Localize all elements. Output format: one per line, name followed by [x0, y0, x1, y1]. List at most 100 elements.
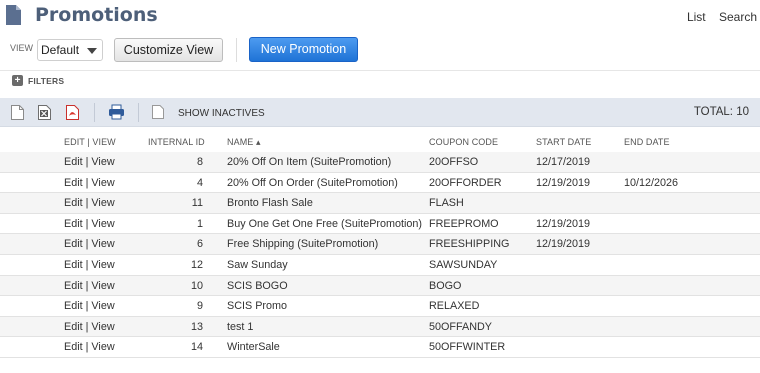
view-select[interactable]: Default: [37, 39, 103, 61]
select-caret-icon: [87, 48, 97, 54]
view-link[interactable]: View: [91, 218, 114, 230]
edit-view-cell: Edit | View: [64, 259, 115, 271]
view-label: VIEW: [10, 43, 34, 53]
filters-toggle[interactable]: FILTERS: [28, 76, 64, 86]
toolbar-divider: [138, 103, 139, 122]
name-cell: 20% Off On Item (SuitePromotion): [227, 156, 392, 168]
name-cell: Free Shipping (SuitePromotion): [227, 238, 379, 251]
internal-id-cell: 14: [190, 341, 203, 354]
name-cell: Saw Sunday: [227, 259, 288, 271]
view-link[interactable]: View: [91, 321, 114, 333]
header-internal-id[interactable]: INTERNAL ID: [148, 137, 205, 147]
name-cell: SCIS BOGO: [227, 279, 288, 292]
view-link[interactable]: View: [91, 177, 114, 189]
edit-link[interactable]: Edit: [64, 156, 83, 168]
table-row: Edit | View 10 SCIS BOGO BOGO: [0, 275, 760, 297]
edit-view-cell: Edit | View: [64, 320, 115, 333]
customize-view-button[interactable]: Customize View: [114, 38, 223, 62]
start-date-cell: 12/17/2019: [536, 156, 591, 168]
edit-view-cell: Edit | View: [64, 197, 115, 210]
table-row: Edit | View 1 Buy One Get One Free (Suit…: [0, 214, 760, 235]
view-select-value: Default: [41, 43, 80, 57]
internal-id-cell: 4: [196, 176, 203, 189]
search-link[interactable]: Search: [719, 10, 757, 24]
coupon-code-cell: SAWSUNDAY: [429, 259, 498, 271]
edit-view-cell: Edit | View: [64, 176, 115, 189]
show-inactives-label[interactable]: SHOW INACTIVES: [178, 108, 265, 119]
internal-id-cell: 11: [191, 197, 203, 210]
table-row: Edit | View 14 WinterSale 50OFFWINTER: [0, 337, 760, 358]
view-link[interactable]: View: [91, 300, 114, 312]
new-promotion-button[interactable]: New Promotion: [249, 37, 358, 62]
edit-view-cell: Edit | View: [64, 156, 115, 168]
page-icon: [6, 5, 21, 25]
internal-id-cell: 8: [196, 156, 203, 168]
name-cell: SCIS Promo: [227, 300, 287, 313]
end-date-cell: 10/12/2026: [624, 176, 679, 189]
edit-link[interactable]: Edit: [64, 238, 83, 250]
view-link[interactable]: View: [91, 238, 114, 250]
edit-view-cell: Edit | View: [64, 341, 115, 354]
internal-id-cell: 13: [190, 320, 203, 333]
edit-link[interactable]: Edit: [64, 280, 83, 292]
coupon-code-cell: FREESHIPPING: [429, 238, 510, 251]
internal-id-cell: 12: [190, 259, 203, 271]
start-date-cell: 12/19/2019: [536, 238, 591, 251]
internal-id-cell: 10: [190, 279, 203, 292]
internal-id-cell: 1: [196, 217, 203, 230]
edit-link[interactable]: Edit: [64, 259, 83, 271]
view-link[interactable]: View: [91, 197, 114, 209]
table-row: Edit | View 13 test 1 50OFFANDY: [0, 316, 760, 338]
header-name[interactable]: NAME ▴: [227, 137, 261, 148]
edit-link[interactable]: Edit: [64, 321, 83, 333]
excel-export-icon[interactable]: [38, 105, 51, 120]
header-end-date[interactable]: END DATE: [624, 137, 670, 147]
print-icon[interactable]: [108, 104, 125, 120]
start-date-cell: 12/19/2019: [536, 176, 591, 189]
view-link[interactable]: View: [91, 259, 114, 271]
view-link[interactable]: View: [91, 156, 114, 168]
edit-view-cell: Edit | View: [64, 238, 115, 251]
new-document-icon[interactable]: [11, 105, 24, 120]
edit-view-cell: Edit | View: [64, 217, 115, 230]
pdf-export-icon[interactable]: [66, 105, 79, 120]
list-link[interactable]: List: [687, 10, 706, 24]
coupon-code-cell: RELAXED: [429, 300, 480, 313]
table-header: EDIT | VIEW INTERNAL ID NAME ▴ COUPON CO…: [0, 131, 760, 152]
coupon-code-cell: 20OFFSO: [429, 156, 479, 168]
internal-id-cell: 6: [196, 238, 203, 251]
edit-view-cell: Edit | View: [64, 279, 115, 292]
edit-link[interactable]: Edit: [64, 197, 83, 209]
edit-link[interactable]: Edit: [64, 300, 83, 312]
title-bar: Promotions List Search: [0, 0, 760, 32]
view-row: VIEW Default Customize View New Promotio…: [0, 34, 760, 64]
coupon-code-cell: FLASH: [429, 197, 464, 210]
name-cell: Bronto Flash Sale: [227, 197, 313, 210]
header-start-date[interactable]: START DATE: [536, 137, 591, 147]
header-edit-view: EDIT | VIEW: [64, 137, 116, 147]
name-cell: Buy One Get One Free (SuitePromotion): [227, 217, 423, 230]
table-row: Edit | View 11 Bronto Flash Sale FLASH: [0, 193, 760, 214]
coupon-code-cell: BOGO: [429, 279, 462, 292]
table-row: Edit | View 4 20% Off On Order (SuitePro…: [0, 173, 760, 194]
table-row: Edit | View 12 Saw Sunday SAWSUNDAY: [0, 255, 760, 276]
table-row: Edit | View 8 20% Off On Item (SuiteProm…: [0, 152, 760, 173]
list-toolbar: SHOW INACTIVES TOTAL: 10: [0, 98, 760, 127]
view-link[interactable]: View: [91, 280, 114, 292]
start-date-cell: 12/19/2019: [536, 217, 591, 230]
header-coupon-code[interactable]: COUPON CODE: [429, 137, 498, 147]
page-title: Promotions: [35, 4, 158, 26]
edit-link[interactable]: Edit: [64, 218, 83, 230]
internal-id-cell: 9: [196, 300, 203, 313]
filter-plus-icon[interactable]: +: [12, 75, 23, 86]
view-link[interactable]: View: [91, 341, 114, 353]
table-row: Edit | View 9 SCIS Promo RELAXED: [0, 296, 760, 317]
edit-link[interactable]: Edit: [64, 177, 83, 189]
top-links: List Search: [677, 10, 757, 24]
name-cell: WinterSale: [227, 341, 280, 354]
show-inactives-checkbox-icon[interactable]: [152, 105, 164, 119]
button-divider: [236, 38, 237, 62]
total-count: TOTAL: 10: [693, 106, 749, 118]
edit-link[interactable]: Edit: [64, 341, 83, 353]
coupon-code-cell: 50OFFANDY: [429, 320, 492, 333]
